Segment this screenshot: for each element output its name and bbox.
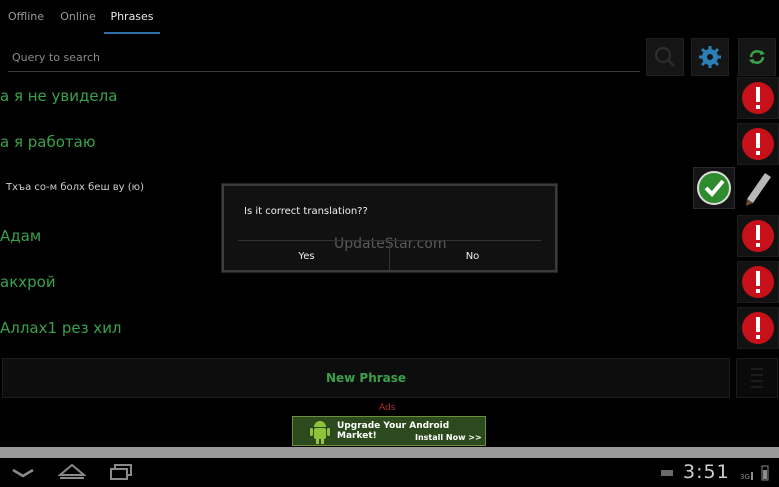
- new-phrase-button[interactable]: New Phrase: [2, 358, 730, 398]
- battery-icon: [761, 465, 769, 481]
- list-item[interactable]: а я работаю: [0, 121, 779, 167]
- dialog-divider: [238, 240, 541, 241]
- alert-icon: [742, 220, 774, 252]
- divider-bar: [0, 447, 779, 458]
- edit-button[interactable]: [737, 167, 779, 209]
- android-icon: [310, 421, 330, 444]
- back-icon[interactable]: [10, 465, 36, 481]
- alert-icon: [742, 82, 774, 114]
- recent-apps-icon[interactable]: [108, 463, 134, 481]
- confirm-button[interactable]: [693, 167, 735, 209]
- dialog-message: Is it correct translation??: [244, 206, 368, 217]
- ad-cta: Install Now >>: [415, 433, 482, 442]
- report-button[interactable]: [737, 215, 779, 257]
- ads-label: Ads: [379, 403, 396, 413]
- checkmark-icon: [697, 171, 731, 205]
- no-button[interactable]: No: [390, 242, 555, 272]
- report-button[interactable]: [737, 77, 779, 119]
- pencil-icon: [746, 173, 771, 206]
- home-icon[interactable]: [58, 463, 86, 481]
- system-bar: 3G: [0, 458, 779, 487]
- tab-online[interactable]: Online: [52, 0, 104, 34]
- settings-button[interactable]: [691, 38, 729, 76]
- refresh-icon: [749, 50, 765, 64]
- svg-text:3G: 3G: [740, 473, 750, 481]
- refresh-button[interactable]: [738, 38, 776, 76]
- alert-icon: [742, 128, 774, 160]
- report-button[interactable]: [737, 123, 779, 165]
- search-button[interactable]: [646, 38, 684, 76]
- notification-icon[interactable]: [660, 468, 674, 478]
- status-clock: 3:51: [683, 461, 730, 483]
- list-item[interactable]: а я не увидела: [0, 75, 779, 121]
- gear-icon: [699, 46, 721, 68]
- search-input[interactable]: [8, 44, 640, 72]
- phrase-text: Аллах1 рез хил: [0, 319, 122, 337]
- report-button[interactable]: [737, 261, 779, 303]
- yes-button[interactable]: Yes: [224, 242, 389, 272]
- tab-bar: Offline Online Phrases: [0, 0, 779, 34]
- signal-icon: 3G: [740, 472, 753, 481]
- tab-phrases[interactable]: Phrases: [104, 0, 160, 34]
- list-item[interactable]: Аллах1 рез хил: [0, 305, 779, 351]
- grip-icon: [751, 368, 763, 388]
- tab-offline[interactable]: Offline: [0, 0, 52, 34]
- drag-handle[interactable]: [736, 358, 778, 398]
- search-icon: [655, 47, 675, 67]
- report-button[interactable]: [737, 307, 779, 349]
- confirm-dialog: Is it correct translation?? UpdateStar.c…: [222, 184, 557, 272]
- ad-banner[interactable]: Upgrade Your Android Market! Install Now…: [292, 416, 486, 446]
- alert-icon: [742, 266, 774, 298]
- alert-icon: [742, 312, 774, 344]
